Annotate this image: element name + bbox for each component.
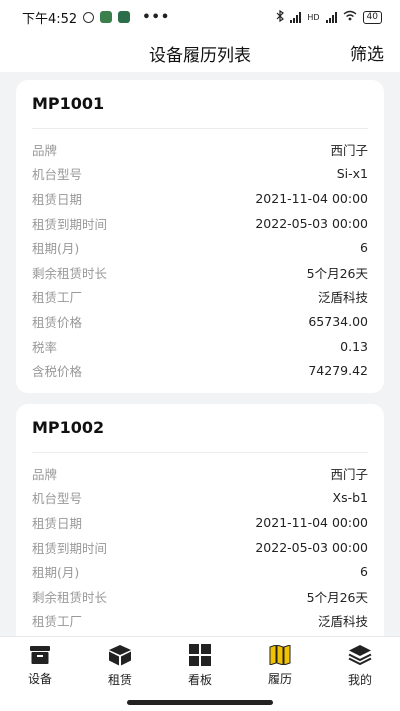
row-value: 2022-05-03 00:00 — [255, 215, 368, 231]
detail-row: 租赁价格 65734.00 — [32, 309, 368, 334]
tab-label: 租赁 — [107, 673, 132, 687]
status-bar: 下午4:52 ••• HD 40 — [0, 0, 400, 34]
row-label: 租期(月) — [32, 565, 80, 581]
row-value: 74279.42 — [308, 363, 368, 379]
detail-row: 剩余租赁时长 5个月26天 — [32, 584, 368, 609]
detail-row: 租赁到期时间 2022-05-03 00:00 — [32, 535, 368, 560]
detail-row: 机台型号 Xs-b1 — [32, 486, 368, 511]
row-label: 租赁到期时间 — [32, 540, 108, 556]
row-value: Xs-b1 — [332, 490, 368, 506]
tab-rental[interactable]: 租赁 — [80, 637, 160, 695]
detail-row: 含税价格 74279.42 — [32, 358, 368, 383]
tab-label: 设备 — [27, 672, 52, 686]
status-left: 下午4:52 ••• — [22, 8, 170, 27]
row-label: 租期(月) — [32, 241, 80, 257]
equipment-card[interactable]: MP1001 品牌 西门子 机台型号 Si-x1 租赁日期 2021-11-04 00… — [16, 80, 384, 393]
row-label: 剩余租赁时长 — [32, 589, 108, 605]
detail-row: 租赁到期时间 2022-05-03 00:00 — [32, 211, 368, 236]
row-label: 机台型号 — [32, 491, 83, 507]
row-value: 泛盾科技 — [317, 614, 368, 630]
row-label: 租赁价格 — [32, 314, 83, 330]
detail-row: 品牌 西门子 — [32, 461, 368, 486]
equipment-list[interactable]: MP1001 品牌 西门子 机台型号 Si-x1 租赁日期 2021-11-04 00… — [0, 72, 400, 636]
row-value: 西门子 — [330, 466, 368, 482]
network-type: HD — [307, 12, 320, 22]
bottom-tab-bar: 设备 租赁 看板 履历 我的 — [0, 636, 400, 695]
row-value: 泛盾科技 — [317, 290, 368, 306]
archive-box-icon — [29, 645, 51, 665]
detail-row: 租期(月) 6 — [32, 559, 368, 584]
bluetooth-icon — [276, 9, 285, 25]
row-value: 65734.00 — [308, 313, 368, 329]
detail-row: 税率 0.13 — [32, 334, 368, 359]
alarm-icon — [83, 11, 95, 23]
row-value: 6 — [360, 240, 368, 256]
nav-header: 设备履历列表 筛选 — [0, 34, 400, 72]
row-value: 0.13 — [340, 338, 368, 354]
row-label: 剩余租赁时长 — [32, 265, 108, 281]
row-value: 2022-05-03 00:00 — [255, 539, 368, 555]
status-right: HD 40 — [276, 9, 382, 25]
row-value: 西门子 — [330, 142, 368, 158]
signal-icon — [325, 11, 337, 23]
row-value: 5个月26天 — [306, 589, 368, 605]
grid-icon — [189, 644, 211, 666]
home-bar[interactable] — [127, 700, 273, 705]
detail-row: 租赁工厂 泛盾科技 — [32, 609, 368, 634]
detail-row: 机台型号 Si-x1 — [32, 162, 368, 187]
row-label: 租赁日期 — [32, 191, 83, 207]
detail-row: 租赁日期 2021-11-04 00:00 — [32, 510, 368, 535]
layers-icon — [348, 644, 372, 666]
row-label: 税率 — [32, 339, 58, 355]
row-label: 租赁日期 — [32, 515, 83, 531]
detail-row: 品牌 西门子 — [32, 137, 368, 162]
card-title: MP1002 — [32, 404, 368, 453]
detail-row: 租期(月) 6 — [32, 235, 368, 260]
row-value: 2021-11-04 00:00 — [255, 190, 368, 206]
tab-label: 我的 — [347, 673, 372, 687]
more-notifications-icon: ••• — [142, 9, 171, 25]
app-notification-icon — [100, 11, 113, 23]
row-label: 租赁到期时间 — [32, 216, 108, 232]
status-time: 下午4:52 — [22, 11, 78, 27]
signal-icon — [290, 11, 302, 23]
home-indicator — [0, 694, 400, 711]
tab-equipment[interactable]: 设备 — [0, 637, 80, 695]
equipment-card[interactable]: MP1002 品牌 西门子 机台型号 Xs-b1 租赁日期 2021-11-04 00… — [16, 404, 384, 636]
row-value: Si-x1 — [336, 166, 368, 182]
map-icon — [269, 645, 291, 665]
row-label: 品牌 — [32, 142, 58, 158]
card-title: MP1001 — [32, 80, 368, 129]
wifi-icon — [343, 10, 357, 24]
filter-button[interactable]: 筛选 — [350, 40, 384, 65]
row-value: 5个月26天 — [306, 265, 368, 281]
tab-label: 履历 — [267, 672, 292, 686]
row-value: 2021-11-04 00:00 — [255, 514, 368, 530]
row-label: 机台型号 — [32, 167, 83, 183]
app-notification-icon — [118, 11, 131, 23]
detail-row: 租赁工厂 泛盾科技 — [32, 285, 368, 310]
battery-icon: 40 — [362, 10, 382, 24]
detail-row: 租赁日期 2021-11-04 00:00 — [32, 186, 368, 211]
row-label: 品牌 — [32, 466, 58, 482]
row-value: 6 — [360, 564, 368, 580]
row-label: 含税价格 — [32, 364, 83, 380]
page-title: 设备履历列表 — [149, 45, 251, 66]
tab-label: 看板 — [187, 673, 212, 687]
detail-row: 剩余租赁时长 5个月26天 — [32, 260, 368, 285]
row-label: 租赁工厂 — [32, 614, 83, 630]
tab-history[interactable]: 履历 — [240, 637, 320, 695]
row-label: 租赁工厂 — [32, 290, 83, 306]
tab-mine[interactable]: 我的 — [320, 637, 400, 695]
cube-icon — [108, 644, 132, 666]
tab-dashboard[interactable]: 看板 — [160, 637, 240, 695]
